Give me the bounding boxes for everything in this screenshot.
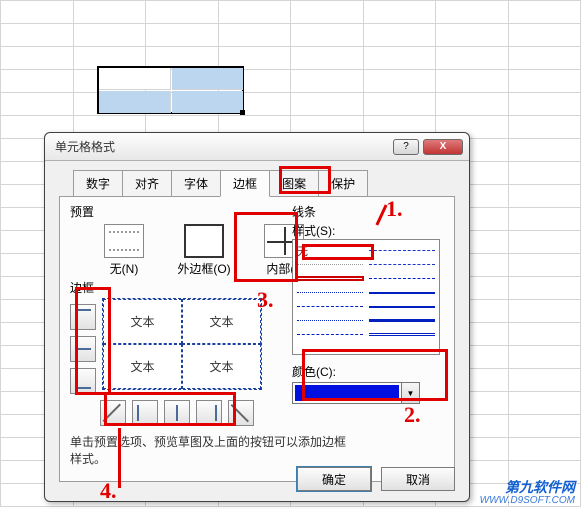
line-style-opt[interactable] bbox=[369, 333, 435, 336]
line-style-opt[interactable] bbox=[297, 334, 363, 335]
line-group-label: 线条 bbox=[292, 203, 444, 220]
dialog-title: 单元格格式 bbox=[55, 138, 389, 155]
tab-alignment[interactable]: 对齐 bbox=[122, 170, 172, 197]
preset-outer-icon bbox=[184, 224, 224, 258]
line-color-label: 颜色(C): bbox=[292, 363, 444, 380]
cancel-button[interactable]: 取消 bbox=[381, 467, 455, 491]
border-middle-v-button[interactable] bbox=[164, 400, 190, 426]
line-group: 线条 样式(S): 无 bbox=[292, 203, 444, 404]
selected-range[interactable] bbox=[97, 66, 244, 114]
tab-font[interactable]: 字体 bbox=[171, 170, 221, 197]
cancel-label: 取消 bbox=[406, 471, 430, 488]
line-style-opt[interactable] bbox=[369, 306, 435, 308]
tab-pattern[interactable]: 图案 bbox=[269, 170, 319, 197]
help-icon: ? bbox=[403, 141, 409, 152]
dropdown-icon[interactable]: ▼ bbox=[401, 383, 419, 403]
line-color-combo[interactable]: ▼ bbox=[292, 382, 420, 404]
line-style-label: 样式(S): bbox=[292, 222, 444, 239]
line-style-opt[interactable] bbox=[297, 292, 363, 293]
border-right-button[interactable] bbox=[196, 400, 222, 426]
line-style-list[interactable]: 无 bbox=[292, 239, 440, 355]
line-style-opt[interactable] bbox=[369, 264, 435, 265]
line-style-selected[interactable] bbox=[297, 277, 363, 280]
line-style-opt[interactable] bbox=[369, 250, 435, 251]
tab-protection[interactable]: 保护 bbox=[318, 170, 368, 197]
format-cells-dialog: 单元格格式 ? X 数字 对齐 字体 边框 图案 保护 预置 无(N) 外边框(… bbox=[44, 132, 470, 502]
border-diag-up-button[interactable] bbox=[100, 400, 126, 426]
border-tab-panel: 预置 无(N) 外边框(O) 内部(I) 边框 bbox=[59, 196, 455, 482]
tab-strip: 数字 对齐 字体 边框 图案 保护 bbox=[73, 169, 455, 196]
border-middle-h-button[interactable] bbox=[70, 336, 96, 362]
help-button[interactable]: ? bbox=[393, 139, 419, 155]
ok-button[interactable]: 确定 bbox=[297, 467, 371, 491]
border-diag-down-button[interactable] bbox=[228, 400, 254, 426]
tab-number[interactable]: 数字 bbox=[73, 170, 123, 197]
line-style-opt[interactable] bbox=[369, 319, 435, 322]
close-icon: X bbox=[440, 141, 447, 152]
line-style-opt[interactable] bbox=[297, 264, 363, 265]
preview-cell: 文本 bbox=[103, 344, 182, 389]
line-style-opt[interactable] bbox=[369, 278, 435, 279]
preview-cell: 文本 bbox=[182, 299, 261, 344]
line-style-none[interactable]: 无 bbox=[297, 243, 363, 259]
preset-outer-label: 外边框(O) bbox=[176, 260, 232, 277]
close-button[interactable]: X bbox=[423, 139, 463, 155]
watermark-line1: 第九软件网 bbox=[480, 480, 575, 495]
line-style-opt[interactable] bbox=[297, 306, 363, 307]
border-bottom-button[interactable] bbox=[70, 368, 96, 394]
preset-none-icon bbox=[104, 224, 144, 258]
fill-handle[interactable] bbox=[240, 110, 245, 115]
line-style-opt[interactable] bbox=[297, 320, 363, 321]
ok-label: 确定 bbox=[322, 471, 346, 488]
line-style-opt[interactable] bbox=[369, 292, 435, 294]
preset-none-label: 无(N) bbox=[96, 260, 152, 277]
preview-cell: 文本 bbox=[103, 299, 182, 344]
border-hint-text: 单击预置选项、预览草图及上面的按钮可以添加边框样式。 bbox=[70, 434, 350, 468]
watermark: 第九软件网 WWW.D9SOFT.COM bbox=[480, 480, 575, 506]
border-top-button[interactable] bbox=[70, 304, 96, 330]
line-color-swatch bbox=[295, 385, 399, 401]
border-preview[interactable]: 文本 文本 文本 文本 bbox=[102, 298, 262, 390]
preview-cell: 文本 bbox=[182, 344, 261, 389]
dialog-titlebar[interactable]: 单元格格式 ? X bbox=[45, 133, 469, 161]
border-left-button[interactable] bbox=[132, 400, 158, 426]
preset-outer[interactable]: 外边框(O) bbox=[176, 224, 232, 277]
preset-none[interactable]: 无(N) bbox=[96, 224, 152, 277]
tab-border[interactable]: 边框 bbox=[220, 170, 270, 197]
watermark-line2: WWW.D9SOFT.COM bbox=[480, 495, 575, 506]
